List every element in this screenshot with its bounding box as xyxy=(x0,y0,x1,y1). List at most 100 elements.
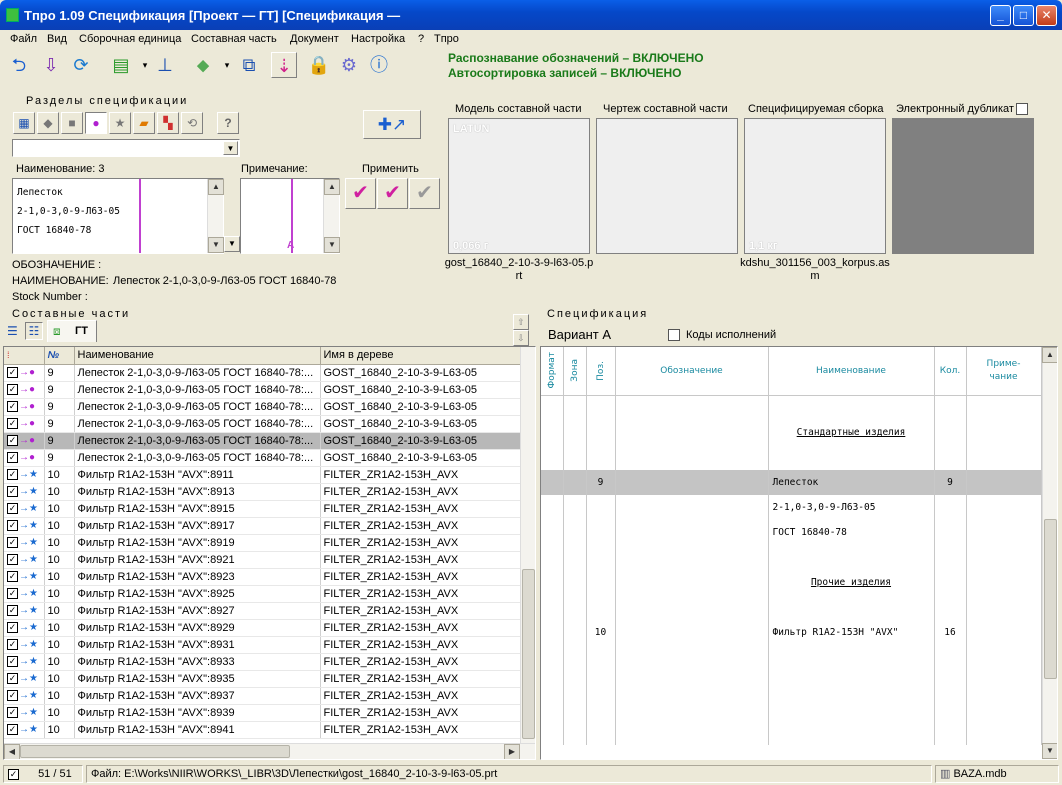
spec-row[interactable] xyxy=(541,720,1042,745)
scroll-down-icon[interactable]: ▼ xyxy=(1042,743,1057,759)
include-checkbox[interactable]: ✓ xyxy=(7,554,18,566)
state-cell[interactable]: ✓ →★ xyxy=(4,585,45,603)
menu-assembly[interactable]: Сборочная единица xyxy=(79,33,181,45)
state-cell[interactable]: ✓ →★ xyxy=(4,653,45,671)
tab-gt[interactable]: ⧈ ГТ xyxy=(47,320,97,342)
table-row[interactable]: ✓ →★ 10 Фильтр R1A2-153H "AVX":8929 FILTER_Z… xyxy=(4,619,521,637)
table-row[interactable]: ✓ →★ 10 Фильтр R1A2-153H "AVX":8941 FILTER_Z… xyxy=(4,721,521,739)
spec-row[interactable] xyxy=(541,695,1042,720)
col-pos[interactable]: № xyxy=(44,347,75,365)
scroll-thumb[interactable] xyxy=(522,569,535,739)
scroll-up-icon[interactable]: ▲ xyxy=(1042,347,1057,363)
menu-settings[interactable]: Настройка xyxy=(351,33,405,45)
name-textarea[interactable]: Лепесток 2-1,0-3,0-9-Л63-05 ГОСТ 16840-7… xyxy=(12,178,224,254)
state-cell[interactable]: ✓ →★ xyxy=(4,517,45,535)
table-row[interactable]: ✓ →● 9 Лепесток 2-1,0-3,0-9-Л63-05 ГОСТ 168… xyxy=(4,432,521,450)
document-list-icon[interactable]: ▤ xyxy=(108,52,134,78)
include-checkbox[interactable]: ✓ xyxy=(7,588,18,600)
table-row[interactable]: ✓ →★ 10 Фильтр R1A2-153H "AVX":8937 FILTER_Z… xyxy=(4,687,521,705)
include-checkbox[interactable]: ✓ xyxy=(7,418,18,430)
table-row[interactable]: ✓ →★ 10 Фильтр R1A2-153H "AVX":8923 FILTER_Z… xyxy=(4,568,521,586)
table-row[interactable]: ✓ →● 9 Лепесток 2-1,0-3,0-9-Л63-05 ГОСТ 168… xyxy=(4,381,521,399)
include-checkbox[interactable]: ✓ xyxy=(7,384,18,396)
table-row[interactable]: ✓ →● 9 Лепесток 2-1,0-3,0-9-Л63-05 ГОСТ 168… xyxy=(4,415,521,433)
include-checkbox[interactable]: ✓ xyxy=(7,435,18,447)
include-checkbox[interactable]: ✓ xyxy=(7,690,18,702)
help-button[interactable]: ? xyxy=(217,112,239,134)
parts-hscroll[interactable]: ◀ ▶ xyxy=(4,743,535,759)
state-cell[interactable]: ✓ →★ xyxy=(4,551,45,569)
import-icon[interactable]: ⇩ xyxy=(38,52,64,78)
apply-group-button[interactable]: ✔ xyxy=(377,178,408,209)
include-checkbox[interactable]: ✓ xyxy=(7,724,18,736)
list-view-icon[interactable]: ☰ xyxy=(7,324,18,338)
menu-document[interactable]: Документ xyxy=(290,33,339,45)
spec-row[interactable]: Стандартные изделия xyxy=(541,420,1042,445)
scroll-left-icon[interactable]: ◀ xyxy=(4,744,20,759)
state-cell[interactable]: ✓ →★ xyxy=(4,534,45,552)
scroll-thumb[interactable] xyxy=(20,745,290,758)
include-checkbox[interactable]: ✓ xyxy=(7,622,18,634)
state-cell[interactable]: ✓ →● xyxy=(4,398,45,416)
lock-user-icon[interactable]: 🔒 xyxy=(306,52,332,78)
state-cell[interactable]: ✓ →★ xyxy=(4,721,45,739)
include-checkbox[interactable]: ✓ xyxy=(7,486,18,498)
spec-row[interactable]: Прочие изделия xyxy=(541,570,1042,595)
apply-all-button[interactable]: ✔ xyxy=(409,178,440,209)
section-assembly-units-icon[interactable]: ■ xyxy=(61,112,83,134)
section-standard-icon[interactable]: ★ xyxy=(109,112,131,134)
include-checkbox[interactable]: ✓ xyxy=(7,639,18,651)
menu-file[interactable]: Файл xyxy=(10,33,37,45)
align-icon[interactable]: ⊥ xyxy=(152,52,178,78)
table-row[interactable]: ✓ →★ 10 Фильтр R1A2-153H "AVX":8911 FILTER_Z… xyxy=(4,466,521,484)
spec-row[interactable] xyxy=(541,445,1042,470)
minimize-button[interactable]: _ xyxy=(990,5,1011,26)
spec-row[interactable] xyxy=(541,595,1042,620)
spec-row[interactable]: 9 Лепесток 9 xyxy=(541,470,1042,495)
note-scrollbar[interactable]: ▲ ▼ xyxy=(323,179,340,253)
table-row[interactable]: ✓ →★ 10 Фильтр R1A2-153H "AVX":8921 FILTER_Z… xyxy=(4,551,521,569)
state-cell[interactable]: ✓ →★ xyxy=(4,619,45,637)
include-checkbox[interactable]: ✓ xyxy=(7,673,18,685)
scroll-up-icon[interactable]: ▲ xyxy=(324,179,340,195)
gear-icon[interactable]: ⚙ xyxy=(336,52,362,78)
state-cell[interactable]: ✓ →★ xyxy=(4,483,45,501)
table-row[interactable]: ✓ →★ 10 Фильтр R1A2-153H "AVX":8919 FILTER_Z… xyxy=(4,534,521,552)
include-checkbox[interactable]: ✓ xyxy=(7,469,18,481)
table-row[interactable]: ✓ →● 9 Лепесток 2-1,0-3,0-9-Л63-05 ГОСТ 168… xyxy=(4,398,521,416)
table-row[interactable]: ✓ →● 9 Лепесток 2-1,0-3,0-9-Л63-05 ГОСТ 168… xyxy=(4,364,521,382)
scroll-down-icon[interactable]: ▼ xyxy=(324,237,340,253)
col-tree-name[interactable]: Имя в дереве xyxy=(320,347,521,365)
windows-icon[interactable]: ⧉ xyxy=(236,52,262,78)
menu-view[interactable]: Вид xyxy=(47,33,67,45)
section-details-icon[interactable]: ● xyxy=(85,112,107,134)
scroll-thumb[interactable] xyxy=(1044,519,1057,679)
table-row[interactable]: ✓ →★ 10 Фильтр R1A2-153H "AVX":8933 FILTER_Z… xyxy=(4,653,521,671)
state-cell[interactable]: ✓ →★ xyxy=(4,568,45,586)
include-checkbox[interactable]: ✓ xyxy=(7,656,18,668)
table-row[interactable]: ✓ →★ 10 Фильтр R1A2-153H "AVX":8925 FILTER_Z… xyxy=(4,585,521,603)
table-row[interactable]: ✓ →★ 10 Фильтр R1A2-153H "AVX":8915 FILTER_Z… xyxy=(4,500,521,518)
include-checkbox[interactable]: ✓ xyxy=(7,571,18,583)
move-up-button[interactable]: ⇧ xyxy=(513,314,529,330)
scroll-right-icon[interactable]: ▶ xyxy=(504,744,520,759)
name-scrollbar[interactable]: ▲ ▼ xyxy=(207,179,224,253)
state-cell[interactable]: ✓ →★ xyxy=(4,466,45,484)
parts-list[interactable]: ⁞ № Наименование Имя в дереве ✓ →● 9 Лепест… xyxy=(3,346,536,760)
spec-row[interactable] xyxy=(541,645,1042,670)
spec-row[interactable]: 2-1,0-3,0-9-Л63-05 xyxy=(541,495,1042,520)
section-complexes-icon[interactable]: ◆ xyxy=(37,112,59,134)
model-preview[interactable]: LATUN 0,066 г xyxy=(448,118,590,254)
state-cell[interactable]: ✓ →★ xyxy=(4,636,45,654)
name-dropdown-icon[interactable]: ▼ xyxy=(224,236,240,252)
menu-component[interactable]: Составная часть xyxy=(191,33,277,45)
spec-row[interactable] xyxy=(541,395,1042,420)
chevron-down-icon[interactable]: ▼ xyxy=(223,141,238,155)
detail-view-icon[interactable]: ☷ xyxy=(25,322,43,340)
table-row[interactable]: ✓ →★ 10 Фильтр R1A2-153H "AVX":8931 FILTER_Z… xyxy=(4,636,521,654)
include-checkbox[interactable]: ✓ xyxy=(7,503,18,515)
table-row[interactable]: ✓ →● 9 Лепесток 2-1,0-3,0-9-Л63-05 ГОСТ 168… xyxy=(4,449,521,467)
app-icon[interactable] xyxy=(6,8,19,22)
spec-vscroll[interactable]: ▲ ▼ xyxy=(1042,347,1057,759)
state-cell[interactable]: ✓ →★ xyxy=(4,670,45,688)
